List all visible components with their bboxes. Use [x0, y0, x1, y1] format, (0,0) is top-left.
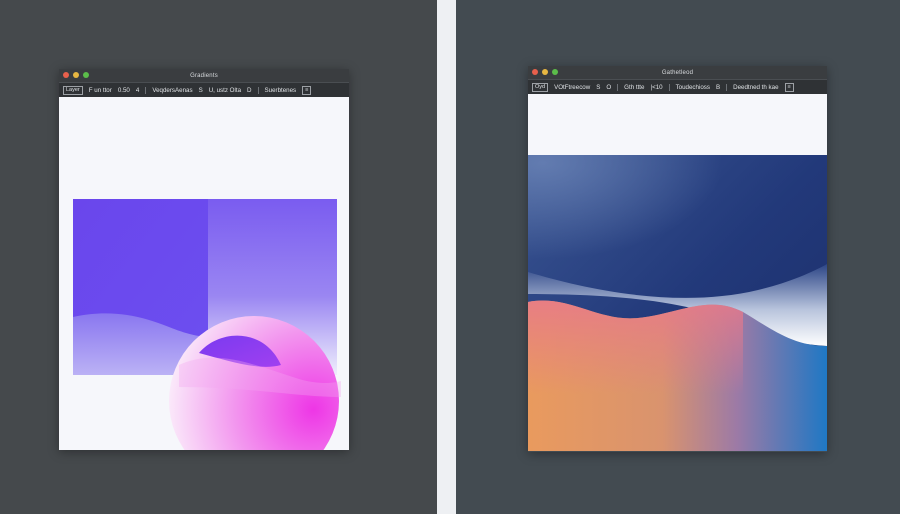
- left-titlebar[interactable]: Gradients: [59, 69, 349, 82]
- close-icon[interactable]: [63, 72, 69, 78]
- right-toolbar-b-button[interactable]: B: [716, 84, 720, 91]
- toolbar-separator: [257, 86, 259, 94]
- menu-icon[interactable]: ≡: [302, 85, 312, 95]
- left-artwork: [73, 199, 341, 450]
- minimize-icon[interactable]: [542, 69, 548, 75]
- left-toolbar: Layer F un ttor 0.50 4 VeqdersAenas S U,…: [59, 82, 349, 97]
- right-toolbar-details-menu[interactable]: Deedtned th kae: [733, 84, 778, 91]
- left-toolbar-function-label[interactable]: F un ttor: [89, 87, 112, 94]
- right-editor-window: Gathetleod Oyd VOtFtreecow S O Gth ttte …: [528, 66, 827, 452]
- minimize-icon[interactable]: [73, 72, 79, 78]
- right-toolbar-touches-menu[interactable]: Toudechioss: [676, 84, 710, 91]
- left-toolbar-opacity-value[interactable]: 0.50: [118, 87, 130, 94]
- left-toolbar-d-button[interactable]: D: [247, 87, 251, 94]
- left-toolbar-subtitle-menu[interactable]: Suerbtenes: [265, 87, 297, 94]
- right-toolbar-step-value[interactable]: |<10: [650, 84, 662, 91]
- right-toolbar-view-menu[interactable]: VOtFtreecow: [554, 84, 590, 91]
- right-toolbar-settings[interactable]: Gth ttte: [624, 84, 644, 91]
- left-traffic-lights: [63, 72, 89, 78]
- close-icon[interactable]: [532, 69, 538, 75]
- right-traffic-lights: [532, 69, 558, 75]
- left-window-title: Gradients: [190, 72, 218, 79]
- toolbar-separator: [668, 83, 670, 91]
- left-toolbar-s-button[interactable]: S: [199, 87, 203, 94]
- right-artboard[interactable]: [528, 94, 827, 451]
- window-divider: [437, 0, 456, 514]
- menu-icon[interactable]: ≡: [784, 82, 794, 92]
- left-toolbar-options[interactable]: U, ustz Olta: [209, 87, 241, 94]
- left-artboard[interactable]: [59, 97, 349, 450]
- left-toolbar-layer-button[interactable]: Layer: [63, 85, 83, 95]
- right-toolbar-s-button[interactable]: S: [596, 84, 600, 91]
- left-editor-window: Gradients Layer F un ttor 0.50 4 Veqders…: [59, 69, 349, 450]
- right-toolbar-o-button[interactable]: O: [606, 84, 611, 91]
- zoom-icon[interactable]: [83, 72, 89, 78]
- left-toolbar-count[interactable]: 4: [136, 87, 139, 94]
- toolbar-separator: [726, 83, 728, 91]
- toolbar-separator: [145, 86, 147, 94]
- right-window-title: Gathetleod: [661, 69, 694, 76]
- left-toolbar-vectors-menu[interactable]: VeqdersAenas: [152, 87, 192, 94]
- right-toolbar-oyd-button[interactable]: Oyd: [532, 82, 549, 92]
- zoom-icon[interactable]: [552, 69, 558, 75]
- right-artwork: [528, 155, 827, 451]
- right-titlebar[interactable]: Gathetleod: [528, 66, 827, 79]
- toolbar-separator: [617, 83, 619, 91]
- right-toolbar: Oyd VOtFtreecow S O Gth ttte |<10 Toudec…: [528, 79, 827, 94]
